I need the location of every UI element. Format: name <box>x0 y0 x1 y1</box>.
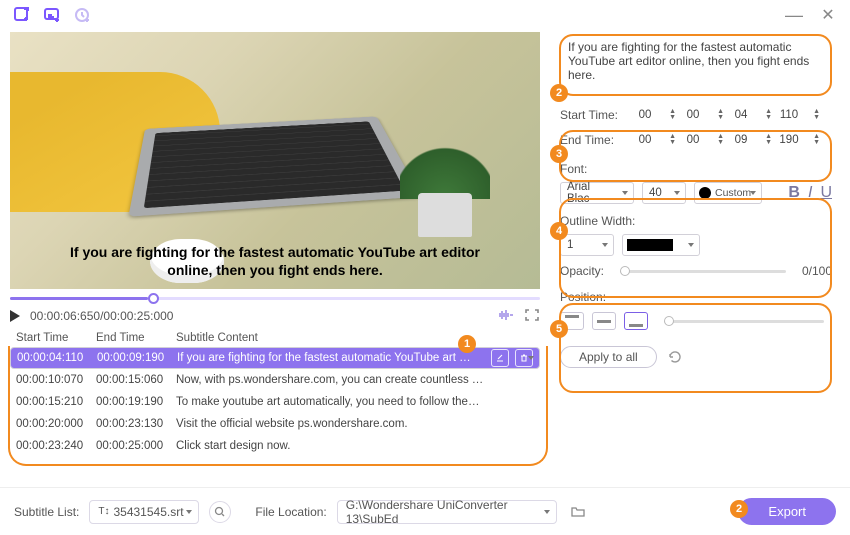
outline-color-select[interactable] <box>622 234 700 256</box>
start-hh[interactable]: ▲▼ <box>634 104 676 126</box>
subtitle-list: 00:00:04:110 00:00:09:190 If you are fig… <box>10 347 540 457</box>
end-ss[interactable]: ▲▼ <box>730 129 772 151</box>
search-icon[interactable] <box>209 501 231 523</box>
table-row[interactable]: 00:00:23:24000:00:25:000Click start desi… <box>10 435 540 457</box>
position-slider[interactable] <box>664 320 824 323</box>
video-preview[interactable]: If you are fighting for the fastest auto… <box>10 32 540 289</box>
subtitle-table-header: Start Time End Time Subtitle Content <box>10 329 540 347</box>
folder-icon[interactable] <box>567 501 589 523</box>
position-top[interactable] <box>560 312 584 330</box>
fullscreen-icon[interactable] <box>524 308 540 325</box>
file-location-select[interactable]: G:\Wondershare UniConverter 13\SubEd <box>337 500 557 524</box>
add-media-icon[interactable] <box>12 5 32 25</box>
start-time-label: Start Time: <box>560 108 628 122</box>
subtitle-file-select[interactable]: T↕35431545.srt <box>89 500 199 524</box>
bold-button[interactable]: B <box>788 184 800 202</box>
end-time-label: End Time: <box>560 133 628 147</box>
outline-width-select[interactable]: 1 <box>560 234 614 256</box>
subtitle-overlay: If you are fighting for the fastest auto… <box>10 244 540 279</box>
subtitle-list-label: Subtitle List: <box>14 505 79 519</box>
subtitle-text-input[interactable] <box>560 36 832 90</box>
position-bottom[interactable] <box>624 312 648 330</box>
opacity-label: Opacity: <box>560 264 604 278</box>
start-mm[interactable]: ▲▼ <box>682 104 724 126</box>
font-label: Font: <box>560 162 832 176</box>
col-end: End Time <box>96 332 176 344</box>
time-display: 00:00:06:650/00:00:25:000 <box>30 309 173 323</box>
underline-button[interactable]: U <box>820 184 832 202</box>
font-size-select[interactable]: 40 <box>642 182 686 204</box>
table-row[interactable]: 00:00:15:21000:00:19:190To make youtube … <box>10 391 540 413</box>
position-middle[interactable] <box>592 312 616 330</box>
end-mm[interactable]: ▲▼ <box>682 129 724 151</box>
opacity-slider[interactable] <box>620 270 786 273</box>
history-icon[interactable] <box>72 5 92 25</box>
table-row[interactable]: 00:00:10:07000:00:15:060Now, with ps.won… <box>10 369 540 391</box>
end-ms[interactable]: ▲▼ <box>778 129 820 151</box>
apply-all-button[interactable]: Apply to all <box>560 346 657 368</box>
export-button[interactable]: Export <box>738 498 836 525</box>
end-hh[interactable]: ▲▼ <box>634 129 676 151</box>
titlebar: — ✕ <box>0 0 850 30</box>
reset-icon[interactable] <box>667 349 683 365</box>
col-start: Start Time <box>16 332 96 344</box>
table-row[interactable]: 00:00:04:110 00:00:09:190 If you are fig… <box>10 347 540 369</box>
footer: Subtitle List: T↕35431545.srt File Locat… <box>0 487 850 535</box>
add-subtitle-icon[interactable] <box>42 5 62 25</box>
progress-bar[interactable] <box>10 293 540 303</box>
play-button[interactable] <box>10 310 20 322</box>
font-color-select[interactable]: Custom <box>694 182 762 204</box>
edit-row-icon[interactable] <box>491 349 509 367</box>
outline-label: Outline Width: <box>560 214 832 228</box>
position-label: Position: <box>560 290 832 304</box>
italic-button[interactable]: I <box>808 184 812 202</box>
close-icon[interactable]: ✕ <box>818 5 838 25</box>
table-row[interactable]: 00:00:20:00000:00:23:130Visit the offici… <box>10 413 540 435</box>
file-location-label: File Location: <box>255 505 326 519</box>
delete-row-icon[interactable] <box>515 349 533 367</box>
font-family-select[interactable]: Arial Blac <box>560 182 634 204</box>
waveform-icon[interactable] <box>496 308 514 325</box>
minimize-icon[interactable]: — <box>784 5 804 25</box>
opacity-value: 0/100 <box>802 264 832 278</box>
col-content: Subtitle Content <box>176 332 534 344</box>
start-ms[interactable]: ▲▼ <box>778 104 820 126</box>
start-ss[interactable]: ▲▼ <box>730 104 772 126</box>
